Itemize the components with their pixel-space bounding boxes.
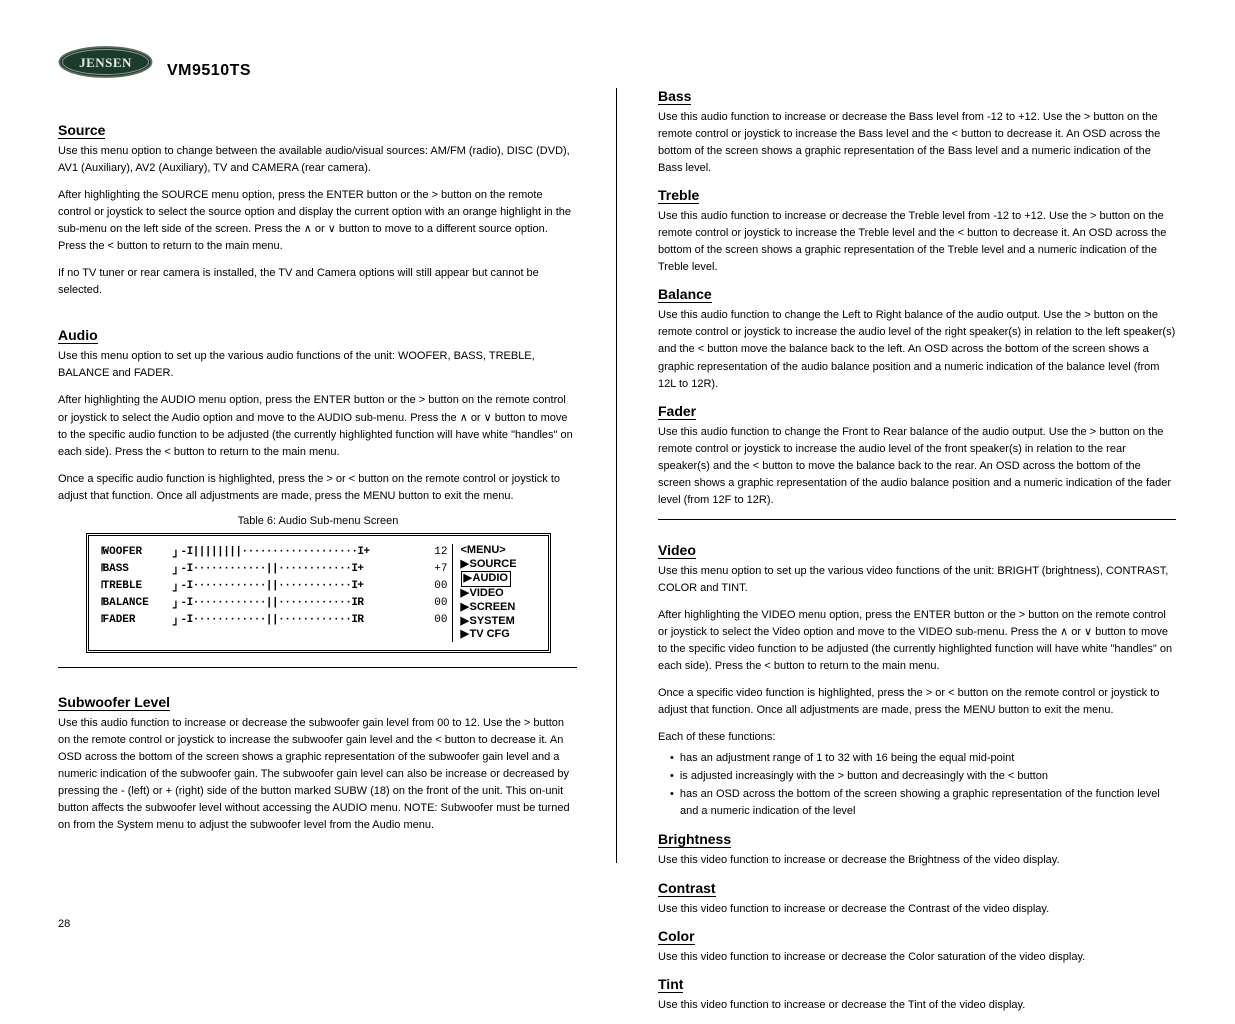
bass-heading: Bass — [658, 88, 691, 105]
video-para-2: After highlighting the VIDEO menu option… — [658, 607, 1176, 675]
video-heading: Video — [658, 542, 696, 559]
video-para-3: Once a specific video function is highli… — [658, 685, 1176, 719]
video-list-item-3: has an OSD across the bottom of the scre… — [658, 786, 1176, 820]
video-list-label: Each of these functions: — [658, 729, 1176, 746]
audio-row-woofer: 「WOOFER」 -I||||||||···················I+… — [95, 544, 448, 561]
audio-para-3: Once a specific audio function is highli… — [58, 471, 578, 505]
audio-row-bass: 「BASS」 -I············||············I+ +7 — [95, 561, 448, 578]
video-list-item-2: is adjusted increasingly with the > butt… — [658, 768, 1176, 785]
column-divider — [616, 88, 617, 863]
left-column: Source Use this menu option to change be… — [58, 122, 578, 844]
balance-para: Use this audio function to change the Le… — [658, 307, 1176, 392]
page: JENSEN VM9510TS Source Use this menu opt… — [0, 0, 1235, 954]
audio-row-treble: 「TREBLE」 -I············||············I+ … — [95, 578, 448, 595]
menu-system: ▶SYSTEM — [461, 615, 542, 629]
video-para-1: Use this menu option to set up the vario… — [658, 563, 1176, 597]
page-number: 28 — [58, 918, 70, 930]
rule-under-figure — [58, 667, 577, 668]
brightness-para: Use this video function to increase or d… — [658, 852, 1176, 869]
woofer-para: Use this audio function to increase or d… — [58, 715, 578, 834]
woofer-heading: Subwoofer Level — [58, 694, 170, 711]
contrast-para: Use this video function to increase or d… — [658, 901, 1176, 918]
contrast-heading: Contrast — [658, 880, 716, 897]
menu-tvcfg: ▶TV CFG — [461, 628, 542, 642]
jensen-logo-svg: JENSEN — [58, 45, 153, 79]
source-para-3: If no TV tuner or rear camera is install… — [58, 265, 578, 299]
color-para: Use this video function to increase or d… — [658, 949, 1176, 966]
video-list-item-1: has an adjustment range of 1 to 32 with … — [658, 750, 1176, 767]
color-heading: Color — [658, 928, 695, 945]
menu-screen: ▶SCREEN — [461, 601, 542, 615]
fader-para: Use this audio function to change the Fr… — [658, 424, 1176, 509]
model-number: VM9510TS — [167, 62, 251, 80]
balance-heading: Balance — [658, 286, 712, 303]
audio-row-fader: 「FADER」 -I············||············IR 0… — [95, 612, 448, 629]
source-heading: Source — [58, 122, 105, 139]
brightness-heading: Brightness — [658, 831, 731, 848]
audio-heading: Audio — [58, 327, 98, 344]
tint-heading: Tint — [658, 976, 683, 993]
audio-para-2: After highlighting the AUDIO menu option… — [58, 392, 578, 460]
source-para-2: After highlighting the SOURCE menu optio… — [58, 187, 578, 255]
right-column: Bass Use this audio function to increase… — [658, 88, 1176, 1024]
audio-sliders-panel: 「WOOFER」 -I||||||||···················I+… — [95, 544, 452, 642]
audio-para-1: Use this menu option to set up the vario… — [58, 348, 578, 382]
audio-menu-panel: <MENU> ▶SOURCE ▶AUDIO ▶VIDEO ▶SCREEN ▶SY… — [452, 544, 542, 642]
menu-source: ▶SOURCE — [461, 558, 542, 572]
menu-title: <MENU> — [461, 544, 542, 558]
treble-para: Use this audio function to increase or d… — [658, 208, 1176, 276]
jensen-logo: JENSEN — [58, 45, 153, 79]
audio-figure-caption: Table 6: Audio Sub-menu Screen — [58, 515, 578, 527]
svg-text:JENSEN: JENSEN — [79, 55, 132, 70]
rule-above-video — [658, 519, 1176, 520]
source-para-1: Use this menu option to change between t… — [58, 143, 578, 177]
audio-submenu-figure: 「WOOFER」 -I||||||||···················I+… — [86, 533, 551, 653]
fader-heading: Fader — [658, 403, 696, 420]
tint-para: Use this video function to increase or d… — [658, 997, 1176, 1014]
treble-heading: Treble — [658, 187, 699, 204]
menu-audio: ▶AUDIO — [461, 571, 542, 587]
audio-row-balance: 「BALANCE」 -I············||············IR… — [95, 595, 448, 612]
bass-para: Use this audio function to increase or d… — [658, 109, 1176, 177]
menu-video: ▶VIDEO — [461, 587, 542, 601]
